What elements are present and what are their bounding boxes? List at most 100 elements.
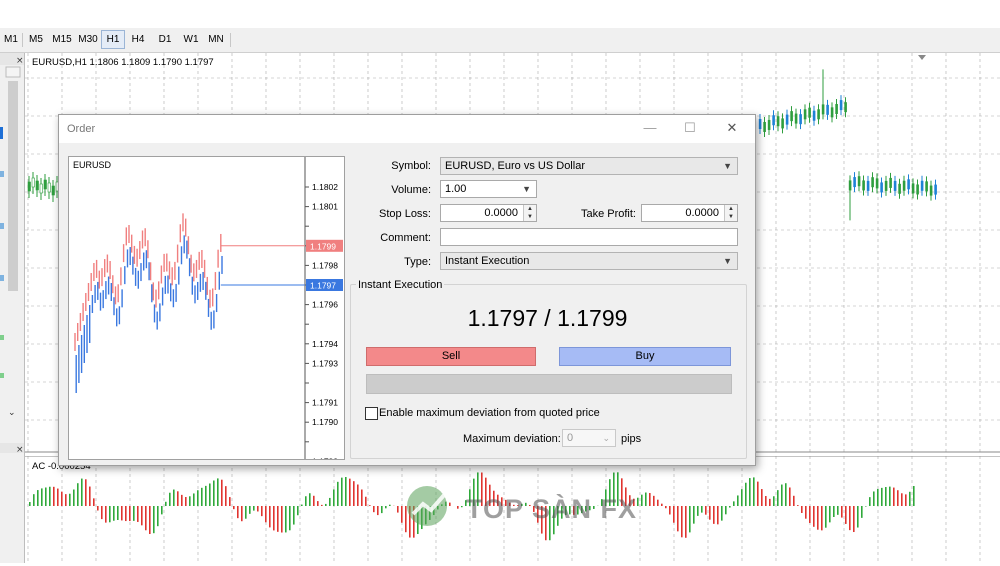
candle <box>763 122 766 132</box>
candle <box>777 116 780 126</box>
maximize-icon[interactable]: ☐ <box>679 119 701 137</box>
take-profit-spinner[interactable]: ▲▼ <box>724 205 737 221</box>
comment-field[interactable] <box>440 228 738 246</box>
ac-bar <box>749 478 751 506</box>
ac-bar <box>865 506 867 507</box>
ac-bar <box>877 489 879 506</box>
ac-bar <box>161 506 163 514</box>
chevron-down-icon: ▼ <box>723 158 732 174</box>
ac-bar <box>285 506 287 532</box>
candle <box>871 177 874 187</box>
ac-bar <box>29 502 31 506</box>
take-profit-field[interactable]: 0.0000 ▲▼ <box>641 204 738 222</box>
ac-bar <box>65 494 67 506</box>
ac-bar <box>165 502 167 506</box>
order-type-select[interactable]: Instant Execution ▼ <box>440 252 738 270</box>
ac-bar <box>105 506 107 523</box>
ac-bar <box>333 489 335 506</box>
tf-button-h1[interactable]: H1 <box>101 30 125 49</box>
ac-bar <box>645 493 647 506</box>
close-icon[interactable]: ✕ <box>721 119 743 137</box>
ac-bar <box>817 506 819 530</box>
ac-bar <box>385 506 387 508</box>
ac-bar <box>205 486 207 506</box>
ac-bar <box>673 506 675 523</box>
tf-button-m5[interactable]: M5 <box>26 31 46 48</box>
ac-bar <box>357 484 359 506</box>
ac-bar <box>265 506 267 522</box>
ac-bar <box>389 505 391 506</box>
ac-bar <box>157 506 159 526</box>
tf-button-m1[interactable]: M1 <box>2 31 20 48</box>
candle <box>768 120 771 130</box>
price-tick-label: 1.1790 <box>312 417 338 427</box>
candle <box>853 177 856 187</box>
candle <box>795 114 798 124</box>
ac-bar <box>93 498 95 506</box>
tf-button-m30[interactable]: M30 <box>77 31 99 48</box>
tf-button-w1[interactable]: W1 <box>180 31 202 48</box>
ac-bar <box>273 506 275 530</box>
candle <box>52 186 55 195</box>
max-deviation-checkbox-label[interactable]: Enable maximum deviation from quoted pri… <box>379 407 600 419</box>
sell-button[interactable]: Sell <box>366 347 536 366</box>
ac-bar <box>109 506 111 522</box>
candle <box>912 183 915 193</box>
max-deviation-value: 0 <box>567 432 573 444</box>
candle <box>889 178 892 188</box>
candle <box>849 180 852 190</box>
symbol-select[interactable]: EURUSD, Euro vs US Dollar ▼ <box>440 157 738 175</box>
ac-bar <box>813 506 815 527</box>
tf-button-d1[interactable]: D1 <box>154 31 176 48</box>
ac-bar <box>121 506 123 520</box>
tf-button-m15[interactable]: M15 <box>50 31 74 48</box>
buy-button[interactable]: Buy <box>559 347 731 366</box>
dialog-title: Order <box>67 123 95 135</box>
ac-bar <box>185 497 187 506</box>
candle <box>28 182 31 191</box>
ac-bar <box>641 495 643 506</box>
watermark-text: TOP SÀN FX <box>466 494 637 525</box>
take-profit-value: 0.0000 <box>685 207 719 219</box>
ac-bar <box>889 487 891 506</box>
ac-bar <box>305 496 307 506</box>
dialog-titlebar[interactable]: Order — ☐ ✕ <box>59 115 755 143</box>
max-deviation-checkbox[interactable] <box>365 407 378 420</box>
ac-bar <box>377 506 379 515</box>
ac-bar <box>173 490 175 506</box>
ac-bar <box>245 506 247 519</box>
ac-bar <box>821 506 823 530</box>
minimize-icon[interactable]: — <box>639 119 661 137</box>
ac-bar <box>365 497 367 506</box>
ac-bar <box>321 505 323 506</box>
ac-bar <box>277 506 279 532</box>
svg-text:⌄: ⌄ <box>8 408 16 418</box>
tf-separator <box>22 33 23 47</box>
timeframe-toolbar: M1 M5 M15 M30 H1 H4 D1 W1 MN <box>0 28 1000 53</box>
ac-bar <box>37 490 39 506</box>
status-bar <box>366 374 732 394</box>
tf-button-mn[interactable]: MN <box>205 31 227 48</box>
ac-bar <box>777 490 779 506</box>
ac-bar <box>69 494 71 506</box>
navigator-scrollbar[interactable]: × ⌄ × <box>0 53 24 563</box>
price-tick-label: 1.1788 <box>312 456 338 460</box>
ac-bar <box>193 493 195 506</box>
ac-bar <box>657 500 659 506</box>
ac-bar <box>461 506 463 507</box>
ac-bar <box>653 496 655 506</box>
ac-bar <box>845 506 847 524</box>
ac-bar <box>649 493 651 506</box>
take-profit-label: Take Profit: <box>516 208 636 220</box>
candle <box>831 107 834 117</box>
order-type-value: Instant Execution <box>445 255 529 267</box>
svg-text:×: × <box>16 56 24 66</box>
candle <box>799 114 802 124</box>
ac-bar <box>401 506 403 523</box>
svg-text:×: × <box>16 445 24 455</box>
volume-combo[interactable]: 1.00 ▼ <box>440 180 537 198</box>
ac-bar <box>337 482 339 506</box>
ac-bar <box>773 496 775 506</box>
tf-button-h4[interactable]: H4 <box>127 31 149 48</box>
ac-bar <box>909 492 911 506</box>
